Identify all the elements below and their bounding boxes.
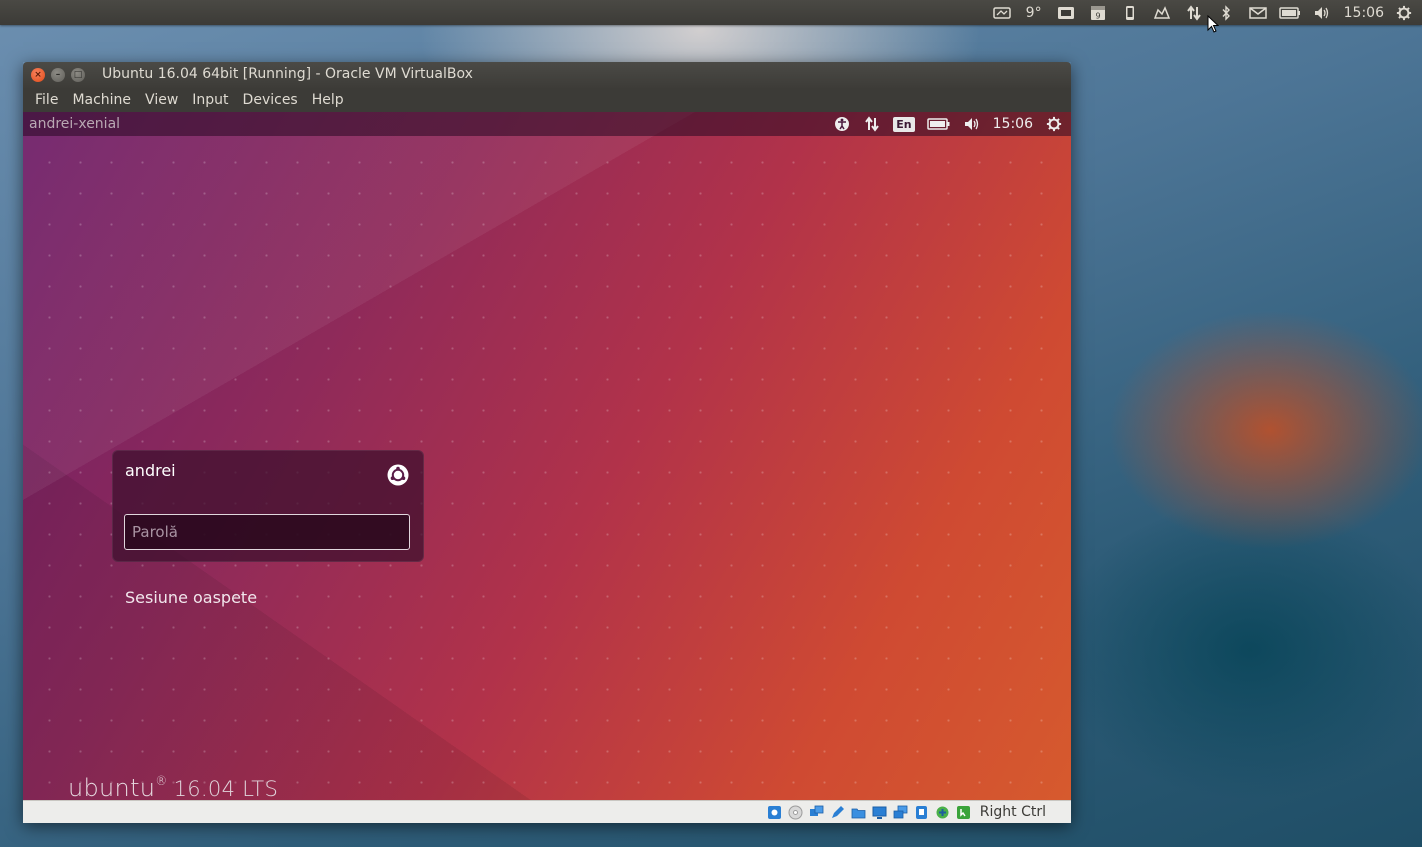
- keyboard-layout-label: En: [893, 116, 915, 132]
- display-icon[interactable]: [869, 803, 890, 821]
- mouse-cursor-icon: [1207, 15, 1219, 33]
- accessibility-icon[interactable]: [827, 112, 857, 136]
- guest-top-panel: andrei-xenial En 15:06: [23, 112, 1071, 136]
- ubuntu-logo: ubuntu® 16.04 LTS: [68, 774, 278, 800]
- keyboard-indicator-icon[interactable]: [986, 0, 1018, 25]
- password-input[interactable]: [124, 514, 410, 550]
- host-key-label[interactable]: Right Ctrl: [974, 804, 1071, 820]
- keyboard-layout-indicator[interactable]: En: [887, 112, 920, 136]
- menu-bar: File Machine View Input Devices Help: [23, 88, 1071, 112]
- mouse-integration-icon[interactable]: [953, 803, 974, 821]
- volume-icon[interactable]: [957, 112, 987, 136]
- menu-help[interactable]: Help: [305, 88, 351, 112]
- minimize-button[interactable]: –: [51, 68, 65, 82]
- menu-devices[interactable]: Devices: [236, 88, 305, 112]
- sync-indicator-icon[interactable]: [1146, 0, 1178, 25]
- guest-clock[interactable]: 15:06: [987, 112, 1039, 136]
- phone-indicator-icon[interactable]: [1114, 0, 1146, 25]
- guest-hostname: andrei-xenial: [29, 116, 121, 132]
- usb-icon[interactable]: [911, 803, 932, 821]
- guest-session-link[interactable]: Sesiune oaspete: [125, 588, 257, 607]
- capture-icon[interactable]: [932, 803, 953, 821]
- hard-disk-icon[interactable]: [764, 803, 785, 821]
- clock[interactable]: 15:06: [1338, 0, 1390, 25]
- guest-screen[interactable]: andrei-xenial En 15:06 andrei Sesiune oa…: [23, 112, 1071, 800]
- battery-icon[interactable]: [921, 112, 957, 136]
- gear-icon[interactable]: [1390, 0, 1422, 25]
- menu-machine[interactable]: Machine: [65, 88, 138, 112]
- login-box: andrei: [112, 450, 424, 562]
- virtualbox-window: × – □ Ubuntu 16.04 64bit [Running] - Ora…: [23, 62, 1071, 823]
- window-titlebar[interactable]: × – □ Ubuntu 16.04 64bit [Running] - Ora…: [23, 62, 1071, 88]
- mail-icon[interactable]: [1242, 0, 1274, 25]
- shared-folders-icon[interactable]: [848, 803, 869, 821]
- vbox-status-bar: Right Ctrl: [23, 800, 1071, 823]
- menu-file[interactable]: File: [28, 88, 65, 112]
- registered-mark: ®: [155, 774, 168, 788]
- display-indicator-icon[interactable]: [1050, 0, 1082, 25]
- menu-view[interactable]: View: [138, 88, 185, 112]
- login-username[interactable]: andrei: [125, 461, 176, 480]
- menu-input[interactable]: Input: [185, 88, 235, 112]
- optical-drive-icon[interactable]: [785, 803, 806, 821]
- ubuntu-version: 16.04 LTS: [173, 777, 279, 800]
- audio-icon[interactable]: [806, 803, 827, 821]
- battery-icon[interactable]: [1274, 0, 1306, 25]
- close-button[interactable]: ×: [31, 68, 45, 82]
- network-icon[interactable]: [890, 803, 911, 821]
- window-title: Ubuntu 16.04 64bit [Running] - Oracle VM…: [102, 66, 473, 82]
- maximize-button[interactable]: □: [71, 68, 85, 82]
- ubuntu-wordmark: ubuntu: [68, 774, 156, 800]
- volume-icon[interactable]: [1306, 0, 1338, 25]
- network-updown-icon[interactable]: [857, 112, 887, 136]
- ubuntu-session-icon[interactable]: [387, 464, 409, 486]
- svg-text:9: 9: [1095, 11, 1100, 20]
- calendar-indicator-icon[interactable]: 9: [1082, 0, 1114, 25]
- gear-icon[interactable]: [1039, 112, 1071, 136]
- network-updown-icon[interactable]: [1178, 0, 1210, 25]
- weather-temperature[interactable]: 9°: [1018, 0, 1050, 25]
- pen-icon[interactable]: [827, 803, 848, 821]
